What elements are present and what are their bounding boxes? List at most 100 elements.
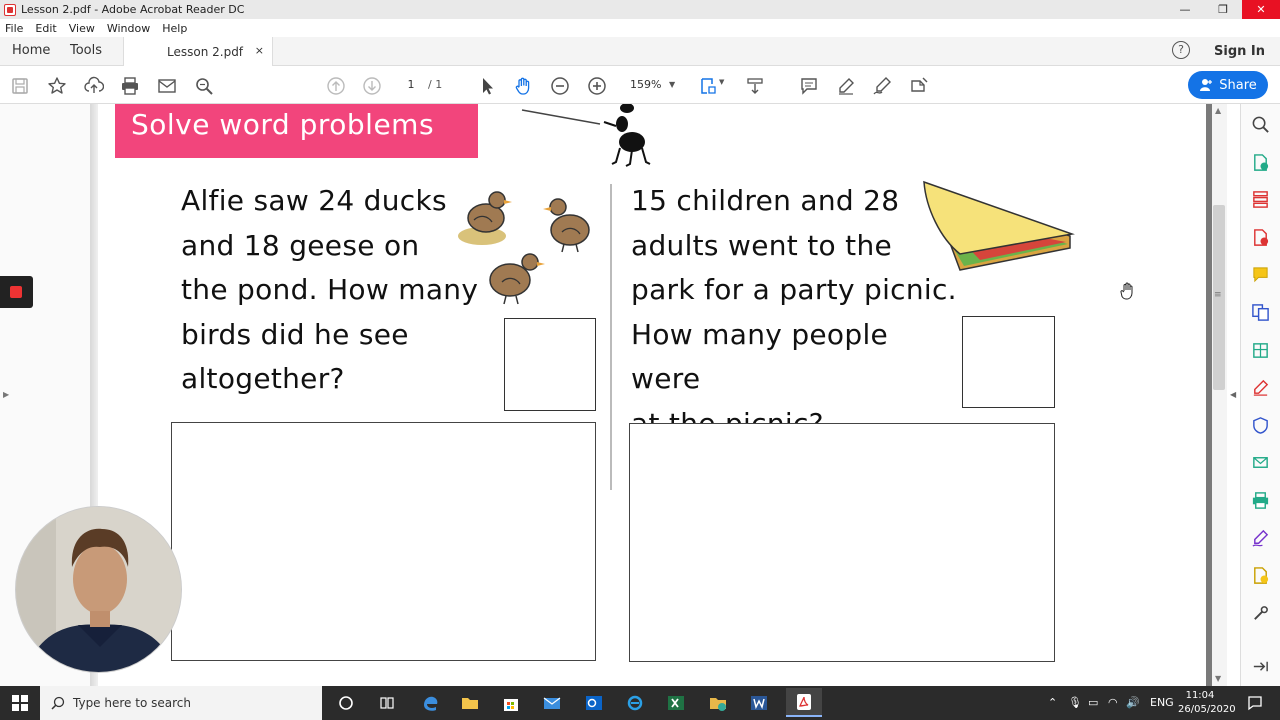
record-stop-button[interactable] bbox=[0, 276, 33, 308]
main-toolbar: 1 / 1 159% ▼ ▼ Share bbox=[0, 66, 1280, 104]
tab-document[interactable]: Lesson 2.pdf × bbox=[123, 37, 273, 66]
edge-icon[interactable] bbox=[418, 691, 442, 715]
taskbar-search-input[interactable]: Type here to search bbox=[40, 686, 322, 720]
fill-sign-icon[interactable] bbox=[908, 75, 930, 97]
combine-files-icon[interactable] bbox=[1250, 302, 1270, 322]
sign-icon[interactable] bbox=[871, 75, 893, 97]
zoom-in-icon[interactable] bbox=[586, 75, 608, 97]
tray-expand-icon[interactable]: ⌃ bbox=[1048, 696, 1057, 709]
create-pdf-icon[interactable] bbox=[1250, 227, 1270, 247]
menu-edit[interactable]: Edit bbox=[35, 22, 56, 35]
outlook-icon[interactable] bbox=[582, 691, 606, 715]
send-for-signature-icon[interactable] bbox=[1250, 565, 1270, 585]
window-title: Lesson 2.pdf - Adobe Acrobat Reader DC bbox=[21, 3, 245, 16]
next-page-icon[interactable] bbox=[361, 75, 383, 97]
excel-icon[interactable] bbox=[664, 691, 688, 715]
collapse-panel-icon[interactable]: ◀ bbox=[1230, 390, 1236, 399]
tab-bar: Home Tools Lesson 2.pdf × ? Sign In bbox=[0, 37, 1280, 66]
menu-file[interactable]: File bbox=[5, 22, 23, 35]
ie-icon[interactable] bbox=[623, 691, 647, 715]
sign-in-link[interactable]: Sign In bbox=[1214, 44, 1265, 59]
hand-tool-icon[interactable] bbox=[512, 75, 534, 97]
folder-icon[interactable] bbox=[706, 691, 730, 715]
start-button[interactable] bbox=[8, 691, 32, 715]
previous-page-icon[interactable] bbox=[325, 75, 347, 97]
problem-2-text: 15 children and 28 adults went to the pa… bbox=[631, 179, 961, 446]
system-clock[interactable]: 11:04 26/05/2020 bbox=[1178, 689, 1236, 717]
sign-tool-icon[interactable] bbox=[1250, 528, 1270, 548]
zoom-dropdown-icon[interactable]: ▼ bbox=[669, 76, 675, 94]
comment-tool-icon[interactable] bbox=[1250, 264, 1270, 284]
minimize-button[interactable]: — bbox=[1166, 0, 1204, 19]
menu-view[interactable]: View bbox=[69, 22, 95, 35]
upload-cloud-icon[interactable] bbox=[83, 75, 105, 97]
problem-1-line: altogether? bbox=[181, 362, 345, 395]
export-pdf-icon[interactable] bbox=[1250, 152, 1270, 172]
battery-icon[interactable]: ▭ bbox=[1088, 696, 1098, 709]
share-button[interactable]: Share bbox=[1188, 71, 1268, 99]
microphone-icon[interactable]: 🎙 bbox=[1068, 696, 1082, 709]
send-review-icon[interactable] bbox=[1250, 452, 1270, 472]
help-icon[interactable]: ? bbox=[1172, 41, 1190, 59]
scroll-up-arrow-icon[interactable]: ▲ bbox=[1215, 106, 1221, 115]
comment-icon[interactable] bbox=[798, 75, 820, 97]
more-tools-icon[interactable] bbox=[1250, 603, 1270, 623]
page-number-input[interactable]: 1 bbox=[398, 76, 424, 94]
expand-panel-icon[interactable] bbox=[1250, 656, 1270, 676]
document-view[interactable]: Solve word problems Alfie saw 24 ducks a… bbox=[0, 104, 1240, 686]
window-controls: — ❐ ✕ bbox=[1166, 0, 1280, 19]
scroll-mode-icon[interactable] bbox=[744, 75, 766, 97]
fit-page-icon[interactable] bbox=[697, 75, 719, 97]
bookmark-star-icon[interactable] bbox=[46, 75, 68, 97]
mail-icon[interactable] bbox=[540, 691, 564, 715]
search-placeholder: Type here to search bbox=[73, 696, 191, 710]
organize-pages-icon[interactable] bbox=[1250, 189, 1270, 209]
cortana-icon[interactable] bbox=[334, 691, 358, 715]
search-icon bbox=[51, 696, 65, 710]
problem-1-text: Alfie saw 24 ducks and 18 geese on the p… bbox=[181, 179, 481, 402]
tab-home[interactable]: Home bbox=[12, 43, 50, 58]
maximize-button[interactable]: ❐ bbox=[1204, 0, 1242, 19]
notifications-icon[interactable] bbox=[1243, 691, 1267, 715]
zoom-out-icon[interactable] bbox=[549, 75, 571, 97]
highlight-pen-icon[interactable] bbox=[835, 75, 857, 97]
print-icon[interactable] bbox=[119, 75, 141, 97]
language-indicator[interactable]: ENG bbox=[1150, 696, 1174, 709]
wifi-icon[interactable]: ◠ bbox=[1108, 696, 1118, 709]
scroll-grip-icon: ≡ bbox=[1214, 290, 1222, 300]
select-pointer-icon[interactable] bbox=[476, 75, 498, 97]
fill-sign-tool-icon[interactable] bbox=[1250, 377, 1270, 397]
clock-time: 11:04 bbox=[1185, 690, 1215, 701]
menu-window[interactable]: Window bbox=[107, 22, 150, 35]
edit-pdf-icon[interactable] bbox=[1250, 340, 1270, 360]
close-tab-icon[interactable]: × bbox=[255, 44, 264, 57]
close-window-button[interactable]: ✕ bbox=[1242, 0, 1280, 19]
stop-icon bbox=[10, 286, 22, 298]
word-icon[interactable] bbox=[747, 691, 771, 715]
sandwich-illustration bbox=[923, 180, 1075, 271]
acrobat-icon[interactable] bbox=[786, 688, 822, 717]
scroll-down-arrow-icon[interactable]: ▼ bbox=[1215, 674, 1221, 683]
zoom-level[interactable]: 159% bbox=[630, 76, 661, 94]
volume-icon[interactable]: 🔊 bbox=[1126, 696, 1140, 709]
tab-tools[interactable]: Tools bbox=[70, 43, 102, 58]
search-zoom-icon[interactable] bbox=[1250, 114, 1270, 134]
title-bar: Lesson 2.pdf - Adobe Acrobat Reader DC —… bbox=[0, 0, 1280, 19]
menu-help[interactable]: Help bbox=[162, 22, 187, 35]
vertical-scrollbar[interactable] bbox=[1212, 104, 1227, 686]
file-explorer-icon[interactable] bbox=[458, 691, 482, 715]
find-icon[interactable] bbox=[193, 75, 215, 97]
working-box-1 bbox=[171, 422, 596, 661]
left-panel-expand-icon[interactable]: ▶ bbox=[3, 390, 9, 399]
save-icon[interactable] bbox=[9, 75, 31, 97]
problem-2-line: How many people were bbox=[631, 317, 889, 396]
problem-1-line: the pond. How many bbox=[181, 273, 479, 306]
protect-icon[interactable] bbox=[1250, 415, 1270, 435]
task-view-icon[interactable] bbox=[375, 691, 399, 715]
birds-illustration bbox=[458, 191, 590, 305]
fit-dropdown-icon[interactable]: ▼ bbox=[719, 78, 724, 86]
clock-date: 26/05/2020 bbox=[1178, 704, 1236, 715]
print-production-icon[interactable] bbox=[1250, 490, 1270, 510]
store-icon[interactable] bbox=[499, 691, 523, 715]
email-icon[interactable] bbox=[156, 75, 178, 97]
